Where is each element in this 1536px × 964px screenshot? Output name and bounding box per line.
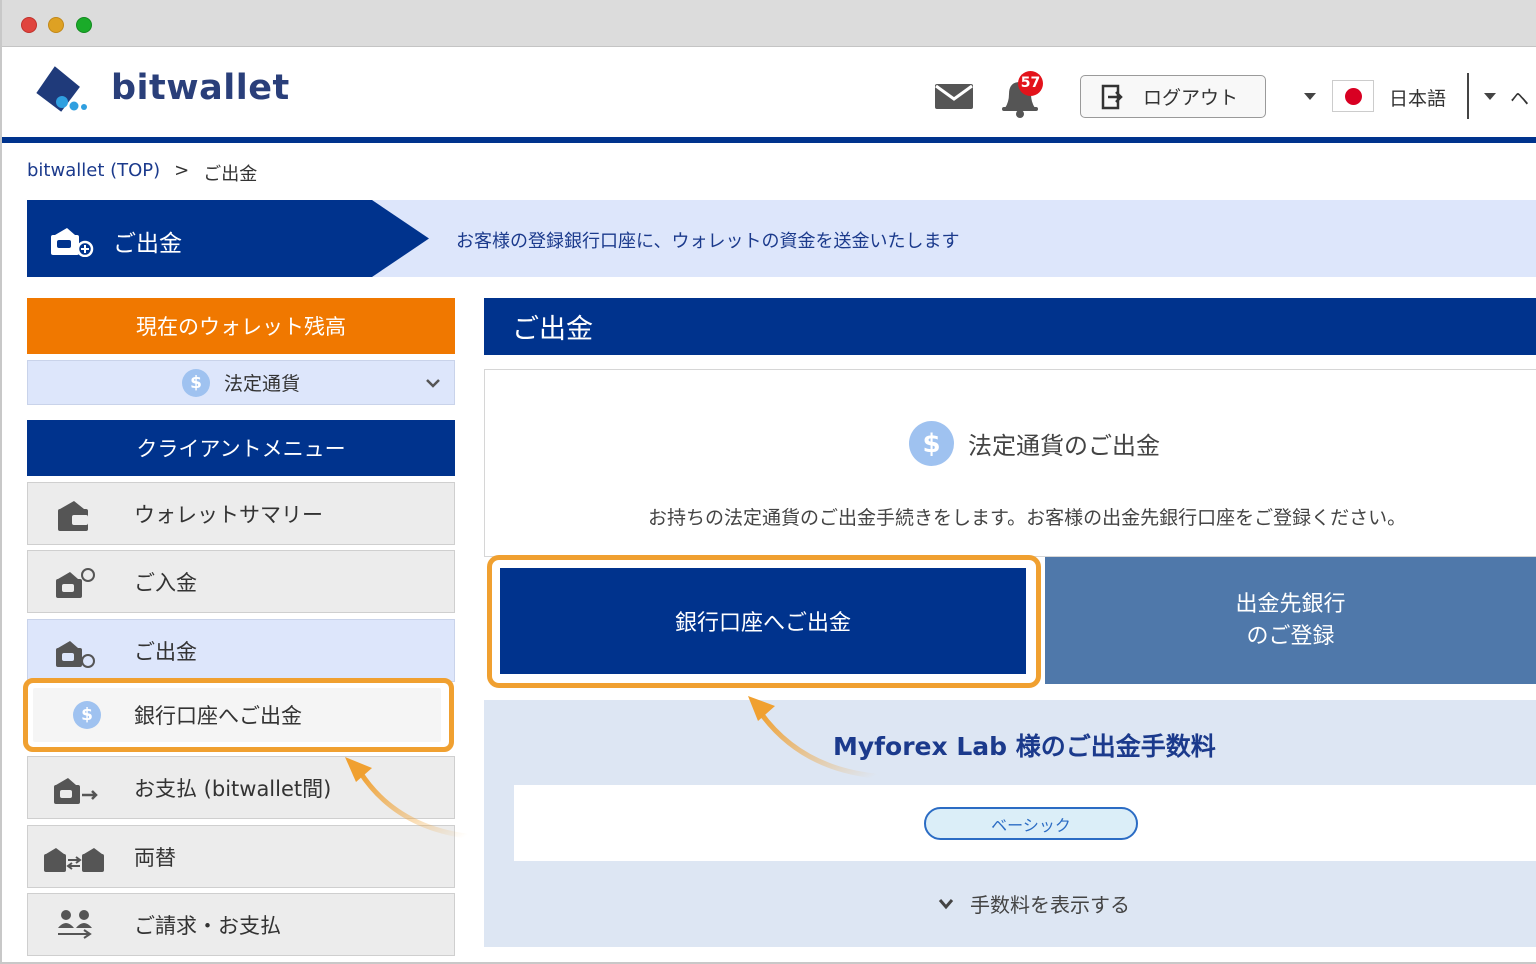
help-dropdown-caret-icon[interactable] (1484, 93, 1496, 100)
fee-plan-badge: ベーシック (924, 807, 1138, 840)
dollar-coin-icon: $ (909, 421, 954, 466)
sidebar-item-label: ご請求・お支払 (134, 913, 281, 938)
maximize-window-button[interactable] (76, 17, 92, 33)
wallet-deposit-icon (56, 568, 95, 598)
sidebar-item-billing[interactable]: ご請求・お支払 (27, 893, 455, 956)
register-bank-label-line2: のご登録 (1246, 623, 1335, 649)
chevron-down-icon[interactable] (426, 378, 440, 388)
banner-title: ご出金 (113, 231, 182, 257)
logout-button[interactable]: ログアウト (1080, 75, 1266, 118)
logout-label: ログアウト (1143, 87, 1239, 109)
breadcrumb-current: ご出金 (203, 164, 258, 185)
sidebar-item-label: 両替 (134, 845, 176, 870)
bitwallet-logo-icon[interactable] (28, 62, 90, 114)
main-highlight-frame (487, 555, 1041, 688)
close-window-button[interactable] (21, 17, 37, 33)
sidebar-item-label: ご出金 (134, 639, 197, 664)
mail-icon[interactable] (934, 82, 974, 110)
wallet-icon (58, 501, 88, 531)
wallet-withdraw-icon (56, 641, 95, 668)
sidebar-item-wallet-summary[interactable]: ウォレットサマリー (27, 482, 455, 545)
breadcrumb-separator: > (174, 160, 190, 181)
notification-count-badge: 57 (1018, 71, 1043, 96)
minimize-window-button[interactable] (48, 17, 64, 33)
client-menu-heading: クライアントメニュー (27, 420, 455, 476)
withdraw-wallet-icon (51, 228, 94, 257)
currency-selector-label: 法定通貨 (223, 373, 300, 395)
breadcrumb: bitwallet (TOP) > ご出金 (27, 160, 257, 186)
wallet-transfer-icon (54, 778, 98, 804)
breadcrumb-home-link[interactable]: bitwallet (TOP) (27, 160, 160, 186)
header-divider (2, 137, 1536, 143)
language-selector[interactable]: 日本語 (1389, 84, 1446, 111)
japan-flag-icon[interactable] (1332, 80, 1374, 112)
register-bank-button[interactable]: 出金先銀行 のご登録 (1045, 557, 1536, 684)
section-title: $ 法定通貨のご出金 (909, 421, 1160, 466)
language-dropdown-caret-icon[interactable] (1304, 93, 1316, 100)
brand-name[interactable]: bitwallet (111, 68, 290, 108)
fee-toggle-label: 手数料を表示する (970, 893, 1130, 917)
banner-description: お客様の登録銀行口座に、ウォレットの資金を送金いたします (456, 231, 960, 252)
chevron-down-icon (938, 898, 954, 909)
help-menu[interactable]: ヘ (1510, 84, 1529, 111)
users-billing-icon (58, 910, 92, 939)
section-title-text: 法定通貨のご出金 (968, 432, 1160, 460)
currency-selector[interactable]: $ 法定通貨 (27, 360, 455, 405)
window-titlebar (2, 0, 1536, 47)
wallet-exchange-icon (44, 848, 104, 872)
main-heading: ご出金 (484, 298, 1536, 355)
sidebar-item-label: ウォレットサマリー (134, 502, 323, 527)
section-description: お持ちの法定通貨のご出金手続きをします。お客様の出金先銀行口座をご登録ください。 (648, 507, 1407, 529)
header-separator (1467, 73, 1469, 119)
register-bank-label-line1: 出金先銀行 (1235, 591, 1346, 617)
sidebar-item-exchange[interactable]: 両替 (27, 825, 455, 888)
sidebar-item-withdraw[interactable]: ご出金 (27, 619, 455, 682)
sidebar-highlight-frame (23, 678, 454, 752)
wallet-balance-heading: 現在のウォレット残高 (27, 298, 455, 354)
dollar-coin-icon: $ (181, 368, 210, 397)
sidebar-item-payment[interactable]: お支払 (bitwallet間) (27, 756, 455, 819)
fee-title: Myforex Lab 様のご出金手数料 (833, 732, 1216, 761)
fee-toggle[interactable]: 手数料を表示する (938, 889, 1130, 918)
logout-icon (1101, 84, 1123, 109)
sidebar-item-label: ご入金 (134, 570, 197, 595)
sidebar-item-label: お支払 (bitwallet間) (134, 776, 332, 801)
sidebar-item-deposit[interactable]: ご入金 (27, 550, 455, 613)
